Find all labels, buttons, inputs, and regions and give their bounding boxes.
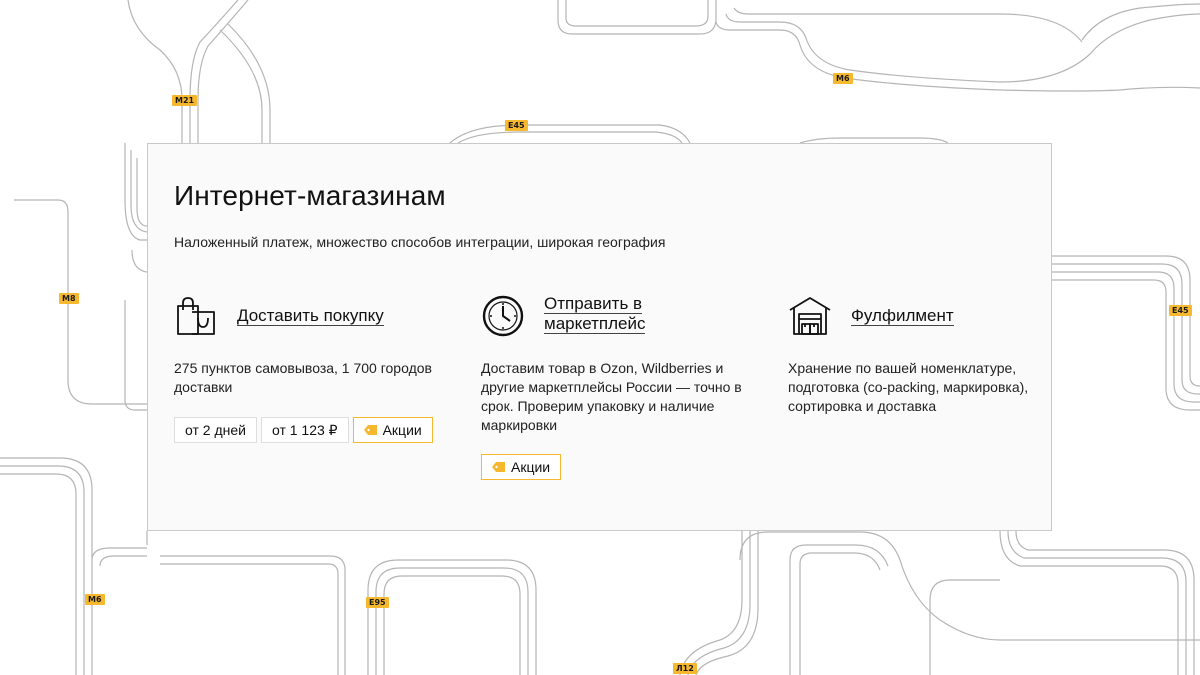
- service-deliver-purchase: Доставить покупку 275 пунктов самовывоза…: [174, 294, 439, 443]
- road-shield-m21: M21: [172, 95, 198, 106]
- deliver-purchase-link[interactable]: Доставить покупку: [237, 306, 417, 326]
- warehouse-icon: [789, 297, 831, 335]
- service-tags: Акции: [481, 454, 562, 480]
- road-e45-right: [1052, 255, 1200, 411]
- service-header: Фулфилмент: [788, 294, 1053, 344]
- service-tags: от 2 дней от 1 123 ₽ Акции: [174, 417, 433, 443]
- road-shield-e45-right: E45: [1169, 305, 1192, 316]
- fulfillment-link[interactable]: Фулфилмент: [851, 306, 1031, 326]
- service-description: 275 пунктов самовывоза, 1 700 городов до…: [174, 360, 432, 395]
- road-m6-top: [557, 0, 1200, 92]
- road-shield-e95: E95: [366, 597, 389, 608]
- service-description: Доставим товар в Ozon, Wildberries и дру…: [481, 360, 742, 433]
- service-marketplace: Отправить в маркетплейс Доставим товар в…: [481, 294, 746, 480]
- service-description: Хранение по вашей номенклатуре, подготов…: [788, 360, 1029, 414]
- price-tag: от 1 123 ₽: [260, 417, 349, 443]
- road-m21: [127, 0, 271, 143]
- road-e95: [367, 559, 537, 675]
- service-header: Доставить покупку: [174, 294, 439, 344]
- road-m8: [14, 143, 148, 411]
- promotions-button[interactable]: Акции: [352, 417, 433, 443]
- road-l12: [679, 530, 1200, 675]
- online-stores-card: Интернет-магазинам Наложенный платеж, мн…: [147, 143, 1052, 531]
- road-shield-m6-bottom: M6: [85, 594, 105, 605]
- send-to-marketplace-link[interactable]: Отправить в маркетплейс: [544, 294, 724, 334]
- card-subtitle: Наложенный платеж, множество способов ин…: [174, 234, 666, 250]
- road-shield-m6-top: M6: [833, 73, 853, 84]
- road-shield-l12: Л12: [673, 663, 697, 674]
- delivery-time-tag: от 2 дней: [174, 417, 257, 443]
- promotions-label: Акции: [382, 422, 422, 438]
- road-shield-e45-top: E45: [505, 120, 528, 131]
- price-tag-icon: [363, 425, 377, 435]
- clock-icon: [482, 295, 524, 337]
- service-fulfillment: Фулфилмент Хранение по вашей номенклатур…: [788, 294, 1053, 414]
- service-header: Отправить в маркетплейс: [481, 294, 746, 344]
- promotions-label: Акции: [511, 459, 551, 475]
- shopping-bags-icon: [177, 297, 215, 335]
- card-title: Интернет-магазинам: [174, 180, 446, 211]
- road-shield-m8: M8: [59, 293, 79, 304]
- promotions-button[interactable]: Акции: [481, 454, 562, 480]
- price-tag-icon: [492, 462, 505, 472]
